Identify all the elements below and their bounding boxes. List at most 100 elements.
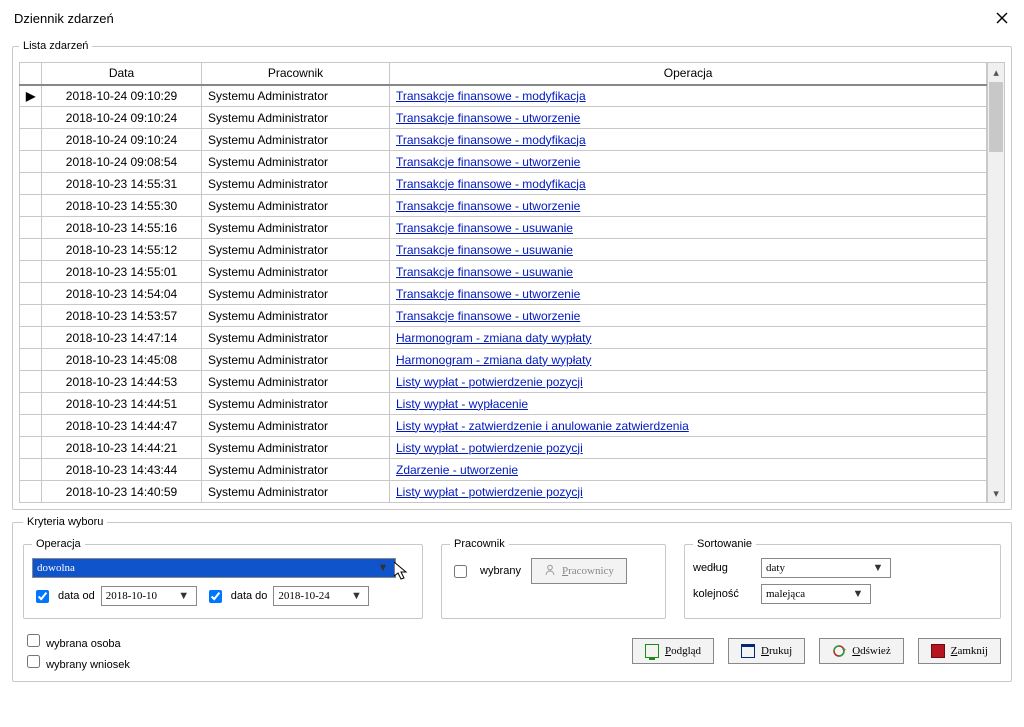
scroll-thumb[interactable] <box>989 82 1003 152</box>
operation-link[interactable]: Listy wypłat - potwierdzenie pozycji <box>396 441 583 455</box>
row-indicator <box>20 415 42 437</box>
table-row[interactable]: 2018-10-23 14:54:04Systemu Administrator… <box>20 283 987 305</box>
operation-link[interactable]: Listy wypłat - potwierdzenie pozycji <box>396 485 583 499</box>
date-from-checkbox[interactable] <box>36 590 49 603</box>
cell-worker: Systemu Administrator <box>202 107 390 129</box>
cell-operation: Transakcje finansowe - modyfikacja <box>390 85 987 107</box>
table-row[interactable]: 2018-10-23 14:55:01Systemu Administrator… <box>20 261 987 283</box>
cell-date: 2018-10-23 14:55:12 <box>42 239 202 261</box>
cell-operation: Transakcje finansowe - utworzenie <box>390 107 987 129</box>
operation-link[interactable]: Transakcje finansowe - modyfikacja <box>396 177 586 191</box>
row-indicator <box>20 129 42 151</box>
table-row[interactable]: ▶2018-10-24 09:10:29Systemu Administrato… <box>20 85 987 107</box>
table-row[interactable]: 2018-10-23 14:45:08Systemu Administrator… <box>20 349 987 371</box>
operation-link[interactable]: Transakcje finansowe - usuwanie <box>396 265 573 279</box>
row-indicator <box>20 437 42 459</box>
table-row[interactable]: 2018-10-24 09:08:54Systemu Administrator… <box>20 151 987 173</box>
worker-legend: Pracownik <box>450 538 509 550</box>
table-row[interactable]: 2018-10-23 14:47:14Systemu Administrator… <box>20 327 987 349</box>
operation-link[interactable]: Transakcje finansowe - utworzenie <box>396 111 580 125</box>
operation-link[interactable]: Transakcje finansowe - utworzenie <box>396 309 580 323</box>
sort-by-combobox[interactable]: daty ▼ <box>761 558 891 578</box>
vertical-scrollbar[interactable]: ▴ ▾ <box>987 62 1005 503</box>
table-row[interactable]: 2018-10-23 14:44:47Systemu Administrator… <box>20 415 987 437</box>
scroll-up-icon[interactable]: ▴ <box>988 63 1004 81</box>
event-table: Data Pracownik Operacja ▶2018-10-24 09:1… <box>19 62 987 503</box>
cell-worker: Systemu Administrator <box>202 437 390 459</box>
printer-icon <box>741 644 755 658</box>
cursor-icon <box>394 562 410 582</box>
cell-operation: Listy wypłat - zatwierdzenie i anulowani… <box>390 415 987 437</box>
table-row[interactable]: 2018-10-23 14:55:30Systemu Administrator… <box>20 195 987 217</box>
operation-fieldset: Operacja dowolna ▼ data od 2018-10-10 ▼ <box>23 538 423 619</box>
date-from-picker[interactable]: 2018-10-10 ▼ <box>101 586 197 606</box>
operation-link[interactable]: Listy wypłat - zatwierdzenie i anulowani… <box>396 419 689 433</box>
scroll-down-icon[interactable]: ▾ <box>988 484 1004 502</box>
cell-worker: Systemu Administrator <box>202 151 390 173</box>
table-row[interactable]: 2018-10-24 09:10:24Systemu Administrator… <box>20 129 987 151</box>
row-indicator <box>20 283 42 305</box>
cell-date: 2018-10-23 14:44:21 <box>42 437 202 459</box>
operation-link[interactable]: Harmonogram - zmiana daty wypłaty <box>396 353 591 367</box>
date-from-label: data od <box>58 590 95 602</box>
sort-order-value: malejąca <box>766 588 805 600</box>
table-row[interactable]: 2018-10-23 14:44:53Systemu Administrator… <box>20 371 987 393</box>
table-row[interactable]: 2018-10-23 14:55:16Systemu Administrator… <box>20 217 987 239</box>
cell-operation: Listy wypłat - potwierdzenie pozycji <box>390 371 987 393</box>
table-row[interactable]: 2018-10-23 14:44:21Systemu Administrator… <box>20 437 987 459</box>
operation-combobox[interactable]: dowolna ▼ <box>32 558 396 578</box>
table-row[interactable]: 2018-10-23 14:53:57Systemu Administrator… <box>20 305 987 327</box>
operation-link[interactable]: Transakcje finansowe - utworzenie <box>396 199 580 213</box>
operation-link[interactable]: Transakcje finansowe - utworzenie <box>396 287 580 301</box>
table-row[interactable]: 2018-10-23 14:55:31Systemu Administrator… <box>20 173 987 195</box>
table-row[interactable]: 2018-10-24 09:10:24Systemu Administrator… <box>20 107 987 129</box>
date-to-checkbox[interactable] <box>209 590 222 603</box>
operation-link[interactable]: Transakcje finansowe - usuwanie <box>396 243 573 257</box>
table-row[interactable]: 2018-10-23 14:43:44Systemu Administrator… <box>20 459 987 481</box>
close-book-icon <box>931 644 945 658</box>
operation-link[interactable]: Transakcje finansowe - utworzenie <box>396 155 580 169</box>
selected-application-checkbox[interactable] <box>27 655 40 668</box>
cell-operation: Transakcje finansowe - utworzenie <box>390 283 987 305</box>
selected-application-text: wybrany wniosek <box>46 659 130 671</box>
col-data-header[interactable]: Data <box>42 63 202 85</box>
worker-selected-checkbox[interactable] <box>454 565 467 578</box>
selected-person-checkbox[interactable] <box>27 634 40 647</box>
preview-button[interactable]: Podgląd <box>632 638 714 664</box>
operation-link[interactable]: Transakcje finansowe - modyfikacja <box>396 133 586 147</box>
table-row[interactable]: 2018-10-23 14:40:59Systemu Administrator… <box>20 481 987 503</box>
cell-worker: Systemu Administrator <box>202 195 390 217</box>
sort-fieldset: Sortowanie według daty ▼ kolejność malej… <box>684 538 1001 619</box>
cell-operation: Harmonogram - zmiana daty wypłaty <box>390 327 987 349</box>
operation-link[interactable]: Harmonogram - zmiana daty wypłaty <box>396 331 591 345</box>
table-row[interactable]: 2018-10-23 14:44:51Systemu Administrator… <box>20 393 987 415</box>
cell-operation: Transakcje finansowe - utworzenie <box>390 195 987 217</box>
cell-worker: Systemu Administrator <box>202 305 390 327</box>
cell-worker: Systemu Administrator <box>202 173 390 195</box>
cell-date: 2018-10-23 14:47:14 <box>42 327 202 349</box>
chevron-down-icon: ▼ <box>176 590 192 602</box>
sort-order-combobox[interactable]: malejąca ▼ <box>761 584 871 604</box>
operation-link[interactable]: Transakcje finansowe - modyfikacja <box>396 89 586 103</box>
cell-operation: Transakcje finansowe - usuwanie <box>390 217 987 239</box>
col-indicator-header[interactable] <box>20 63 42 85</box>
date-to-picker[interactable]: 2018-10-24 ▼ <box>273 586 369 606</box>
chevron-down-icon: ▼ <box>870 562 886 574</box>
chevron-down-icon: ▼ <box>348 590 364 602</box>
close-button[interactable]: Zamknij <box>918 638 1001 664</box>
refresh-button[interactable]: Odśwież <box>819 638 904 664</box>
operation-link[interactable]: Zdarzenie - utworzenie <box>396 463 518 477</box>
table-row[interactable]: 2018-10-23 14:55:12Systemu Administrator… <box>20 239 987 261</box>
operation-link[interactable]: Transakcje finansowe - usuwanie <box>396 221 573 235</box>
operation-link[interactable]: Listy wypłat - wypłacenie <box>396 397 528 411</box>
col-pracownik-header[interactable]: Pracownik <box>202 63 390 85</box>
print-button[interactable]: Drukuj <box>728 638 805 664</box>
row-indicator <box>20 371 42 393</box>
row-indicator <box>20 107 42 129</box>
col-operacja-header[interactable]: Operacja <box>390 63 987 85</box>
cell-date: 2018-10-23 14:55:31 <box>42 173 202 195</box>
row-indicator <box>20 393 42 415</box>
operation-link[interactable]: Listy wypłat - potwierdzenie pozycji <box>396 375 583 389</box>
refresh-icon <box>832 644 846 658</box>
close-icon[interactable] <box>990 6 1014 30</box>
